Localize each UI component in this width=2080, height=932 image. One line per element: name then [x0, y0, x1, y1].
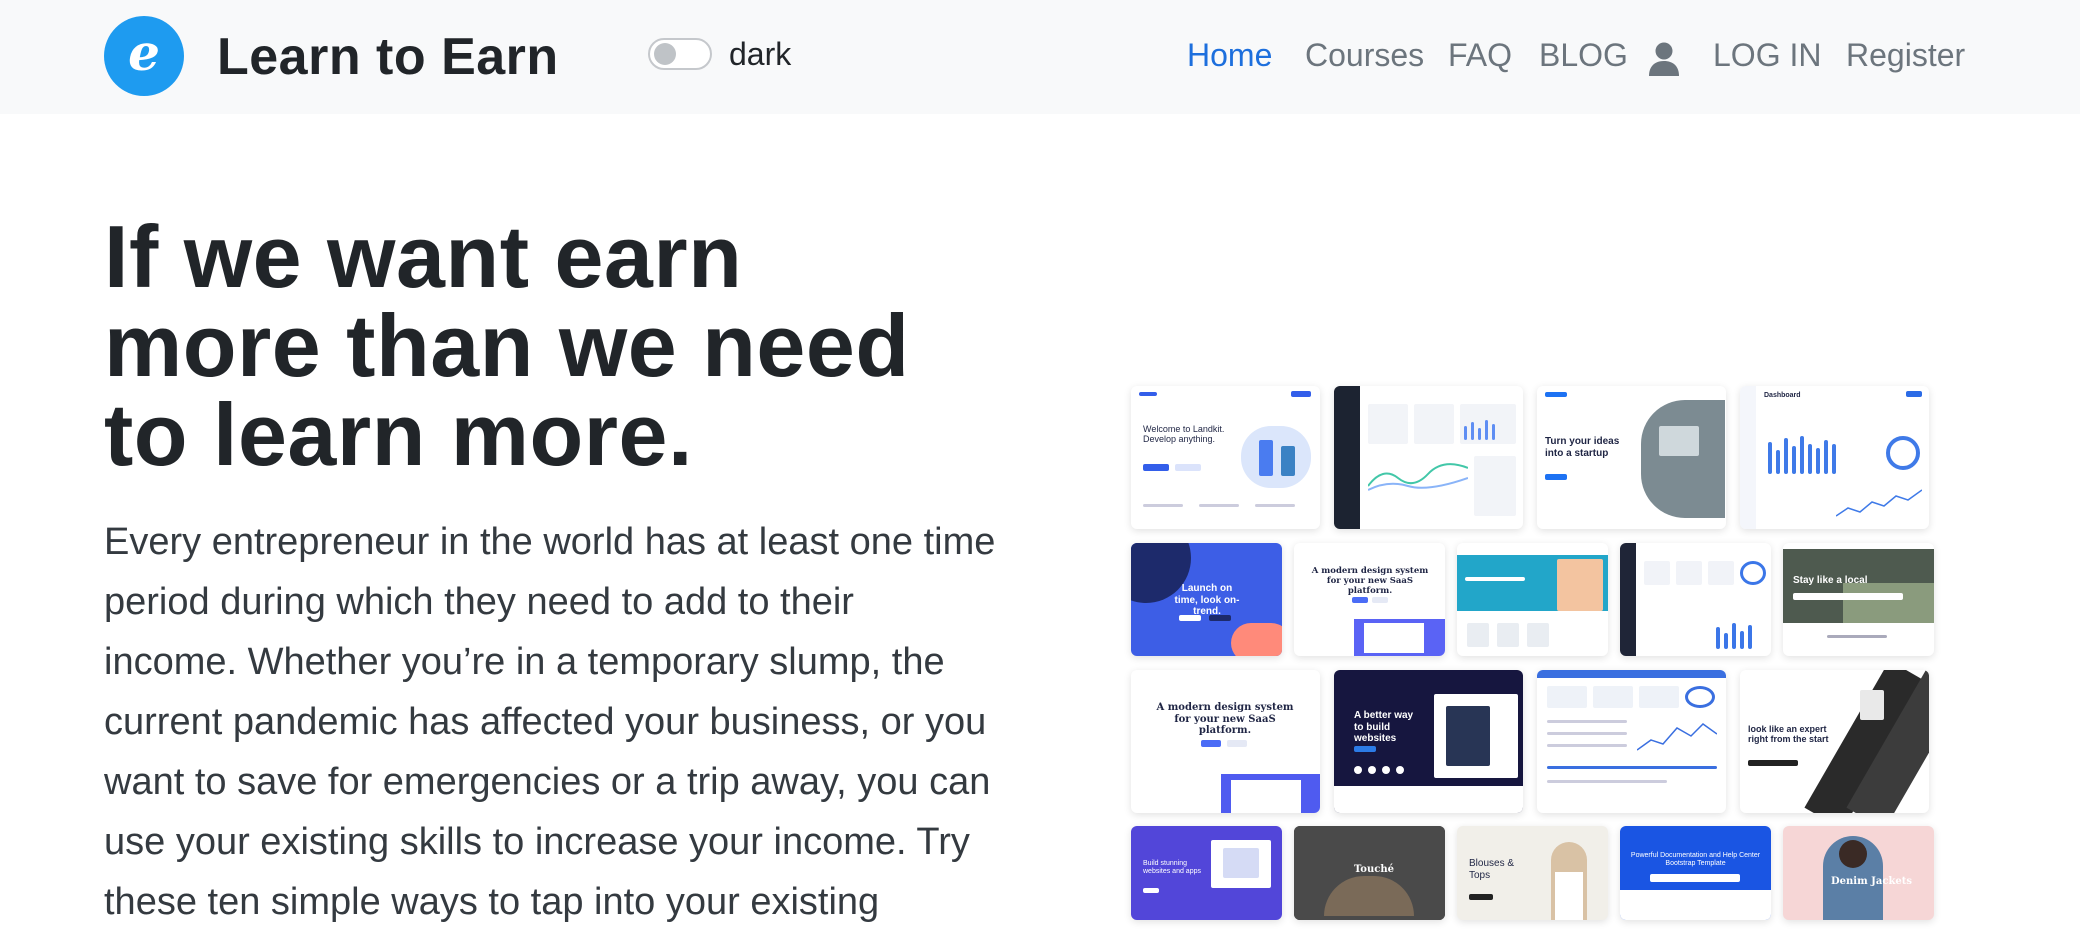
- mockup-text: A modern design system for your new SaaS…: [1156, 702, 1294, 736]
- mockup-text: Stay like a local: [1793, 575, 1868, 586]
- mockup-text: Touché: [1354, 864, 1394, 875]
- nav-courses[interactable]: Courses: [1305, 37, 1424, 74]
- toggle-knob: [654, 43, 676, 65]
- paragraph-line: Every entrepreneur in the world has at l…: [104, 521, 996, 563]
- brand-logo[interactable]: e: [104, 16, 184, 96]
- mockup-dark-saas: A better way to build websites: [1334, 670, 1523, 813]
- mockup-apps: Build stunning websites and apps: [1131, 826, 1282, 920]
- nav-faq[interactable]: FAQ: [1448, 37, 1512, 74]
- hero-headline: If we want earn more than we need to lea…: [104, 212, 1004, 479]
- dark-mode-label: dark: [729, 36, 792, 72]
- mockup-text: Launch on time, look on-trend.: [1174, 583, 1240, 617]
- mockup-text: A modern design system for your new SaaS…: [1311, 566, 1429, 596]
- mockup-text: Build stunning websites and apps: [1143, 860, 1201, 876]
- mockup-launch: Launch on time, look on-trend.: [1131, 543, 1282, 656]
- mockup-expert: look like an expert right from the start: [1740, 670, 1929, 813]
- headline-line: to learn more.: [104, 385, 693, 484]
- paragraph-line: income. Whether you’re in a temporary sl…: [104, 641, 945, 683]
- mockup-landkit: Welcome to Landkit. Develop anything.: [1131, 386, 1320, 529]
- mockup-denim: Denim Jackets: [1783, 826, 1934, 920]
- paragraph-line: period during which they need to add to …: [104, 581, 854, 623]
- mockup-admin-charts: Dashboard: [1740, 386, 1929, 529]
- mockup-shop-cyan: [1457, 543, 1608, 656]
- mockup-text: look like an expert right from the start: [1748, 724, 1829, 745]
- dark-mode-toggle[interactable]: [648, 38, 712, 70]
- headline-line: If we want earn: [104, 207, 743, 306]
- mockup-text: Dashboard: [1764, 392, 1801, 399]
- mockup-analytics: [1537, 670, 1726, 813]
- mockup-fashion: Blouses & Tops: [1457, 826, 1608, 920]
- mockup-restaurant: Touché: [1294, 826, 1445, 920]
- top-navbar: e Learn to Earn dark Home Courses FAQ BL…: [0, 0, 2080, 114]
- mockup-text: A better way to build websites: [1354, 710, 1414, 744]
- mockup-admin-2: [1620, 543, 1771, 656]
- mockup-saas-1: A modern design system for your new SaaS…: [1294, 543, 1445, 656]
- mockup-text: Denim Jackets: [1831, 876, 1913, 887]
- logo-letter: e: [128, 23, 160, 82]
- brand-name[interactable]: Learn to Earn: [217, 28, 559, 88]
- mockup-text: Powerful Documentation and Help Center B…: [1630, 852, 1761, 868]
- headline-line: more than we need: [104, 296, 910, 395]
- nav-blog[interactable]: BLOG: [1539, 37, 1628, 74]
- mockup-dashboard-dark: [1334, 386, 1523, 529]
- mockup-text: Welcome to Landkit. Develop anything.: [1143, 424, 1225, 445]
- nav-login[interactable]: LOG IN: [1713, 37, 1821, 74]
- hero-paragraph: Every entrepreneur in the world has at l…: [104, 512, 1004, 932]
- mockup-saas-2: A modern design system for your new SaaS…: [1131, 670, 1320, 813]
- mockup-text: Turn your ideas into a startup: [1545, 436, 1620, 459]
- paragraph-line: use your existing skills to increase you…: [104, 821, 970, 863]
- paragraph-line: current pandemic has affected your busin…: [104, 701, 987, 743]
- paragraph-line: these ten simple ways to tap into your e…: [104, 881, 880, 923]
- mockup-text: Blouses & Tops: [1469, 858, 1515, 881]
- paragraph-line: want to save for emergencies or a trip a…: [104, 761, 991, 803]
- mockup-docs: Powerful Documentation and Help Center B…: [1620, 826, 1771, 920]
- nav-register[interactable]: Register: [1846, 37, 1965, 74]
- nav-home[interactable]: Home: [1187, 37, 1272, 74]
- mockup-fluid: Turn your ideas into a startup: [1537, 386, 1726, 529]
- mockup-travel: Stay like a local: [1783, 543, 1934, 656]
- user-icon[interactable]: [1648, 42, 1680, 76]
